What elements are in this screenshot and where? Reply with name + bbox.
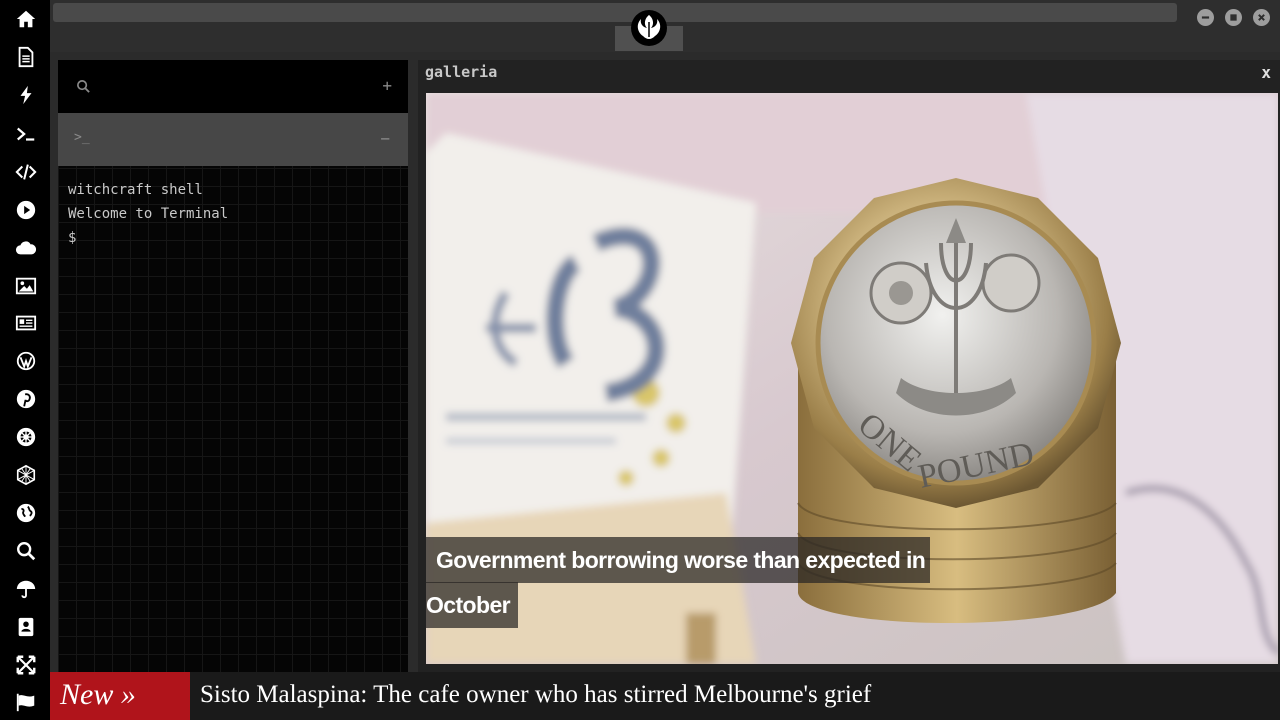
- collapse-terminal-button[interactable]: −: [380, 129, 390, 148]
- cloud-icon[interactable]: [13, 235, 39, 261]
- close-button[interactable]: [1253, 9, 1270, 26]
- image-icon[interactable]: [13, 273, 39, 299]
- terminal-tab[interactable]: >_ −: [58, 113, 408, 166]
- minimize-button[interactable]: [1197, 9, 1214, 26]
- newspaper-icon[interactable]: [13, 310, 39, 336]
- ticker-headline[interactable]: Sisto Malaspina: The cafe owner who has …: [200, 672, 871, 720]
- play-icon[interactable]: [13, 197, 39, 223]
- pinterest-icon[interactable]: [13, 386, 39, 412]
- gear-icon[interactable]: [13, 424, 39, 450]
- add-terminal-button[interactable]: +: [382, 76, 392, 95]
- globe-icon[interactable]: [13, 500, 39, 526]
- search-icon[interactable]: [13, 538, 39, 564]
- headline-line-1: Government borrowing worse than expected…: [426, 537, 930, 583]
- sidebar: [0, 0, 50, 720]
- terminal-search-bar[interactable]: +: [58, 60, 408, 113]
- prompt-icon: >_: [74, 130, 90, 145]
- document-icon[interactable]: [13, 44, 39, 70]
- headline-line-2: October: [426, 582, 518, 628]
- top-bar: [50, 0, 1280, 52]
- gallery-close-button[interactable]: x: [1261, 63, 1271, 82]
- contacts-icon[interactable]: [13, 614, 39, 640]
- maximize-button[interactable]: [1225, 9, 1242, 26]
- terminal-output[interactable]: witchcraft shell Welcome to Terminal $: [68, 178, 228, 250]
- flag-icon[interactable]: [13, 689, 39, 715]
- rebel-alliance-logo-icon: [631, 10, 667, 46]
- expand-icon[interactable]: [13, 652, 39, 678]
- terminal-line-prompt: $: [68, 230, 77, 246]
- home-icon[interactable]: [13, 6, 39, 32]
- terminal-icon[interactable]: [13, 121, 39, 147]
- lightning-icon[interactable]: [13, 82, 39, 108]
- terminal-panel: + >_ − witchcraft shell Welcome to Termin…: [58, 60, 408, 672]
- network-icon[interactable]: [13, 462, 39, 488]
- code-icon[interactable]: [13, 159, 39, 185]
- top-search-bar[interactable]: [53, 3, 1177, 22]
- wordpress-icon[interactable]: [13, 348, 39, 374]
- umbrella-icon[interactable]: [13, 576, 39, 602]
- gallery-title: galleria: [425, 63, 498, 81]
- search-icon[interactable]: [76, 79, 91, 99]
- news-ticker: New » Sisto Malaspina: The cafe owner wh…: [50, 672, 1280, 720]
- gallery-panel: galleria x ONE POUND Government borrowin…: [418, 60, 1280, 672]
- terminal-line-title: witchcraft shell: [68, 182, 203, 198]
- gallery-photo[interactable]: ONE POUND Government borrowing worse tha…: [426, 93, 1278, 664]
- ticker-label: New »: [50, 672, 190, 720]
- terminal-line-welcome: Welcome to Terminal: [68, 206, 229, 222]
